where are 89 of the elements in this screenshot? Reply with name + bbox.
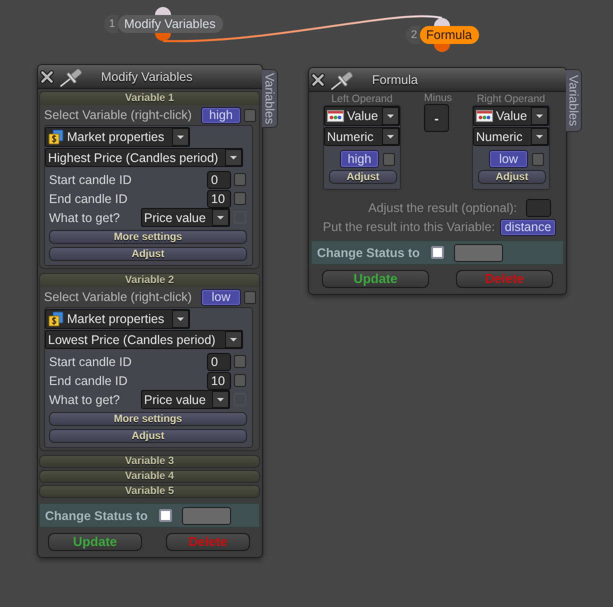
checkbox[interactable] (234, 173, 246, 186)
settings-button[interactable]: More settings (49, 230, 247, 244)
update-button[interactable]: Update (48, 533, 142, 551)
settings-button[interactable]: Adjust (49, 429, 247, 443)
field-label: Start candle ID (49, 172, 133, 186)
settings-button[interactable]: Adjust (49, 247, 247, 261)
caret-icon (382, 107, 399, 125)
source-dropdown[interactable]: Market properties (45, 309, 190, 329)
adjust-button[interactable]: Adjust (329, 170, 397, 184)
output-port-icon[interactable] (434, 44, 450, 52)
field-label: End candle ID (49, 374, 129, 388)
status-field[interactable] (182, 506, 231, 524)
caret-icon (531, 128, 548, 145)
operator-button[interactable]: - (424, 104, 449, 132)
caret-icon (212, 209, 229, 226)
number-field[interactable]: 10 (207, 190, 231, 208)
checkbox[interactable] (234, 374, 246, 387)
field-label: What to get? (49, 210, 121, 224)
dots-window-icon (476, 110, 493, 122)
node-number: 1 (104, 15, 118, 33)
number-field[interactable]: 0 (207, 352, 231, 370)
side-tab[interactable]: Variables (262, 69, 278, 128)
variable-tag[interactable]: distance (500, 218, 556, 236)
caret-icon (531, 107, 548, 125)
format-dropdown[interactable]: Numeric (324, 127, 400, 146)
section-header[interactable]: Variable 2 (40, 274, 259, 287)
checkbox[interactable] (234, 355, 246, 368)
variable-tag[interactable]: high (340, 150, 379, 168)
adjust-button[interactable]: Adjust (478, 170, 546, 184)
select-variable-label: Select Variable (right-click) (44, 290, 193, 304)
format-dropdown[interactable]: Numeric (473, 127, 549, 146)
property-dropdown[interactable]: Lowest Price (Candles period) (45, 330, 243, 349)
section-header[interactable]: Variable 4 (39, 470, 260, 483)
checkbox[interactable] (383, 152, 395, 166)
update-button[interactable]: Update (322, 270, 429, 288)
variable-tag[interactable]: high (201, 106, 241, 124)
field-label: What to get? (49, 392, 121, 406)
pushpin-icon[interactable] (60, 66, 83, 86)
variable-tag[interactable]: low (489, 150, 528, 168)
source-dropdown[interactable]: Market properties (45, 127, 190, 147)
change-status-label: Change Status to (45, 508, 148, 522)
checkbox[interactable] (430, 246, 444, 259)
operator-heading: Minus (424, 92, 452, 104)
adjust-result-label: Adjust the result (optional): (368, 201, 517, 215)
adjust-result-field[interactable] (526, 199, 551, 217)
operand-heading: Left Operand (331, 93, 393, 105)
caret-icon (212, 391, 229, 408)
caret-icon (382, 128, 399, 145)
window-title: Formula (372, 72, 418, 86)
section-header[interactable]: Variable 3 (39, 455, 260, 468)
close-icon[interactable] (40, 70, 54, 84)
section-header[interactable]: Variable 5 (39, 485, 260, 498)
node-number: 2 (406, 26, 420, 44)
number-field[interactable]: 0 (207, 170, 231, 188)
dots-window-icon (327, 110, 344, 122)
checkbox[interactable] (234, 192, 246, 205)
number-field[interactable]: 10 (207, 372, 231, 390)
checkbox[interactable] (244, 108, 256, 122)
select-variable-label: Select Variable (right-click) (44, 108, 193, 122)
caret-icon (172, 128, 189, 146)
money-folder-icon (48, 311, 64, 327)
node-label[interactable]: Modify Variables (118, 15, 223, 33)
side-tab[interactable]: Variables (566, 69, 582, 132)
output-port-icon[interactable] (155, 33, 171, 41)
checkbox[interactable] (244, 290, 256, 304)
settings-button[interactable]: More settings (49, 412, 247, 426)
field-label: End candle ID (49, 192, 129, 206)
section-header[interactable]: Variable 1 (40, 92, 259, 105)
result-variable-label: Put the result into this Variable: (322, 220, 495, 234)
caret-icon (225, 331, 242, 348)
caret-icon (172, 310, 189, 328)
source-dropdown[interactable]: Value (473, 106, 549, 126)
source-dropdown[interactable]: Value (324, 106, 400, 126)
input-port-icon[interactable] (434, 18, 450, 26)
money-folder-icon (48, 129, 64, 145)
field-label: Start candle ID (49, 354, 133, 368)
window-title: Modify Variables (101, 70, 192, 84)
variable-tag[interactable]: low (201, 288, 241, 306)
checkbox[interactable] (158, 509, 172, 522)
change-status-label: Change Status to (317, 246, 420, 260)
checkbox[interactable] (532, 152, 544, 166)
caret-icon (225, 149, 242, 166)
pushpin-icon[interactable] (331, 70, 354, 90)
node-label[interactable]: Formula (420, 26, 479, 44)
property-dropdown[interactable]: Highest Price (Candles period) (45, 148, 243, 167)
operand-heading: Right Operand (476, 93, 546, 105)
status-field[interactable] (454, 244, 503, 262)
close-icon[interactable] (311, 72, 325, 86)
input-port-icon[interactable] (155, 7, 171, 15)
